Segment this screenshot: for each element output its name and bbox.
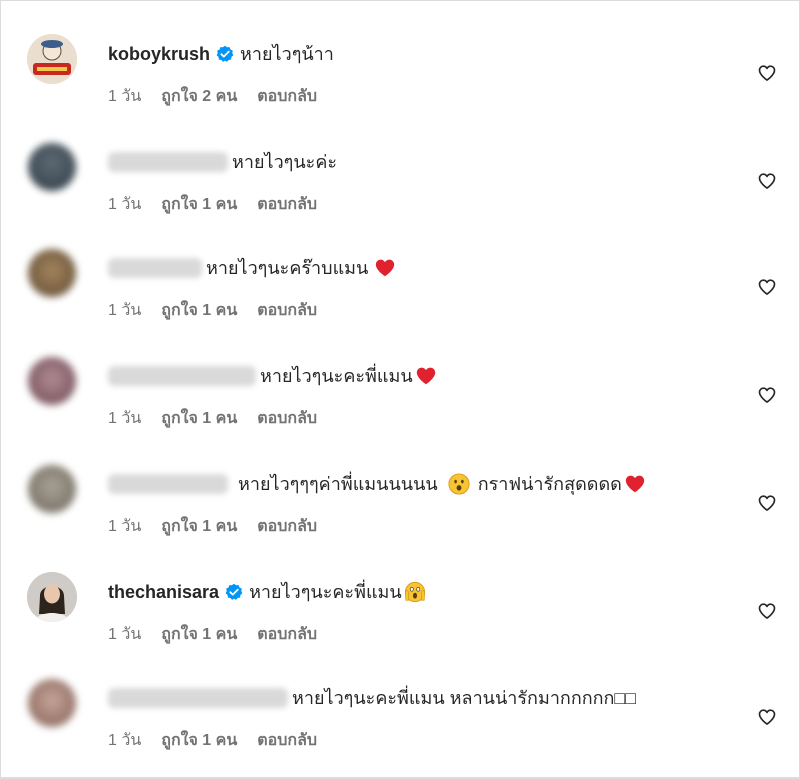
- comment-text: หายไวๆๆๆค่าพี่แมนนนนน: [238, 474, 438, 494]
- comment-item: หายไวๆนะคะพี่แมน 1 วัน ถูกใจ 1 คน ตอบกลั…: [0, 348, 800, 448]
- avatar[interactable]: [28, 679, 76, 727]
- comment-time: 1 วัน: [108, 302, 142, 319]
- reply-button[interactable]: ตอบกลับ: [257, 728, 317, 753]
- comment-item: thechanisara หายไวๆนะคะพี่แมน 1 วัน ถูกใ…: [0, 564, 800, 664]
- comment-time: 1 วัน: [108, 732, 142, 749]
- comment-username[interactable]: thechanisara: [108, 580, 219, 604]
- avatar[interactable]: [27, 572, 77, 622]
- comment-likes[interactable]: ถูกใจ 1 คน: [161, 298, 237, 323]
- avatar[interactable]: [28, 143, 76, 191]
- avatar[interactable]: [27, 34, 77, 84]
- red-heart-emoji-icon: [625, 475, 644, 493]
- comment-username[interactable]: koboykrush: [108, 42, 210, 66]
- comment-item: koboykrush หายไวๆน้าา 1 วัน ถูกใจ 2 คน ต…: [0, 26, 800, 126]
- comment-time: 1 วัน: [108, 626, 142, 643]
- comment-likes[interactable]: ถูกใจ 1 คน: [161, 514, 237, 539]
- comment-text: หายไวๆนะคะพี่แมน: [260, 366, 413, 386]
- reply-button[interactable]: ตอบกลับ: [257, 622, 317, 647]
- like-heart-icon[interactable]: [757, 171, 777, 191]
- comment-time: 1 วัน: [108, 518, 142, 535]
- comment-text-continued: กราฟน่ารักสุดดดด: [477, 474, 622, 494]
- like-heart-icon[interactable]: [757, 385, 777, 405]
- comment-item: หายไวๆนะคร๊าบแมน 1 วัน ถูกใจ 1 คน ตอบกลั…: [0, 240, 800, 340]
- screaming-face-emoji-icon: [404, 581, 425, 603]
- reply-button[interactable]: ตอบกลับ: [257, 84, 317, 109]
- comment-likes[interactable]: ถูกใจ 1 คน: [161, 622, 237, 647]
- comment-item: หายไวๆนะคะพี่แมน หลานน่ารักมากกกกก□□ 1 ว…: [0, 670, 800, 770]
- comment-time: 1 วัน: [108, 88, 142, 105]
- comment-text: หายไวๆน้าา: [240, 44, 334, 64]
- comment-username-redacted[interactable]: [108, 366, 256, 386]
- comment-item: หายไวๆๆๆค่าพี่แมนนนนน กราฟน่ารักสุดดดด 1…: [0, 456, 800, 556]
- reply-button[interactable]: ตอบกลับ: [257, 192, 317, 217]
- comment-username-redacted[interactable]: [108, 152, 228, 172]
- comment-text: หายไวๆนะค่ะ: [232, 152, 338, 172]
- verified-badge-icon: [216, 45, 234, 62]
- comment-likes[interactable]: ถูกใจ 1 คน: [161, 728, 237, 753]
- avatar[interactable]: [28, 357, 76, 405]
- surprised-face-emoji-icon: [448, 473, 470, 495]
- red-heart-emoji-icon: [416, 367, 435, 385]
- comment-text: หายไวๆนะคร๊าบแมน: [206, 258, 369, 278]
- reply-button[interactable]: ตอบกลับ: [257, 298, 317, 323]
- comment-likes[interactable]: ถูกใจ 1 คน: [161, 192, 237, 217]
- comment-username-redacted[interactable]: [108, 474, 228, 494]
- comment-username-redacted[interactable]: [108, 258, 202, 278]
- verified-badge-icon: [225, 583, 243, 600]
- avatar[interactable]: [28, 465, 76, 513]
- comment-username-redacted[interactable]: [108, 688, 288, 708]
- like-heart-icon[interactable]: [757, 493, 777, 513]
- comment-likes[interactable]: ถูกใจ 2 คน: [161, 84, 237, 109]
- like-heart-icon[interactable]: [757, 63, 777, 83]
- comment-likes[interactable]: ถูกใจ 1 คน: [161, 406, 237, 431]
- comment-text: หายไวๆนะคะพี่แมน: [249, 582, 402, 602]
- reply-button[interactable]: ตอบกลับ: [257, 406, 317, 431]
- comment-item: หายไวๆนะค่ะ 1 วัน ถูกใจ 1 คน ตอบกลับ: [0, 134, 800, 234]
- comment-time: 1 วัน: [108, 196, 142, 213]
- like-heart-icon[interactable]: [757, 277, 777, 297]
- reply-button[interactable]: ตอบกลับ: [257, 514, 317, 539]
- avatar[interactable]: [28, 249, 76, 297]
- red-heart-emoji-icon: [376, 259, 395, 277]
- comment-time: 1 วัน: [108, 410, 142, 427]
- like-heart-icon[interactable]: [757, 707, 777, 727]
- like-heart-icon[interactable]: [757, 601, 777, 621]
- comment-text: หายไวๆนะคะพี่แมน หลานน่ารักมากกกกก□□: [292, 688, 637, 708]
